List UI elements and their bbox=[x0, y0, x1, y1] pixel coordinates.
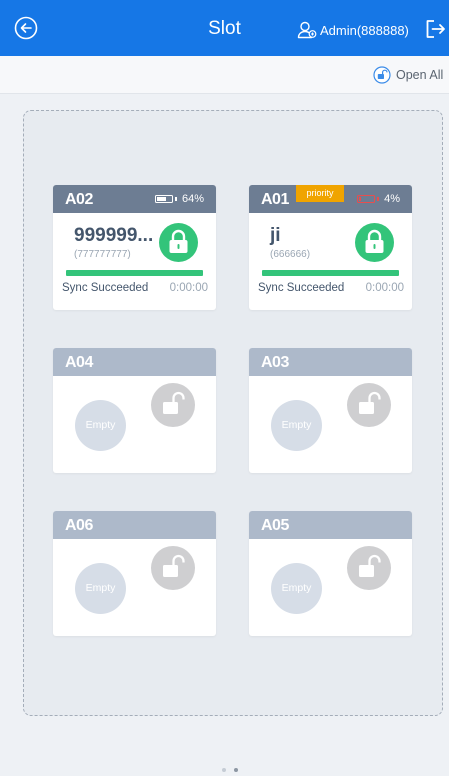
unlock-icon bbox=[163, 391, 185, 414]
toolbar: Open All bbox=[0, 56, 449, 94]
slot-id: A04 bbox=[65, 354, 93, 371]
member-name: 999999... bbox=[74, 225, 154, 246]
slot-card-a05[interactable]: A05 Empty bbox=[249, 511, 412, 636]
slot-card-a04[interactable]: A04 Empty bbox=[53, 348, 216, 473]
app-header: Slot Admin(888888) bbox=[0, 0, 449, 56]
slot-header: A02 64% bbox=[53, 185, 216, 213]
battery-indicator: 4% bbox=[357, 193, 400, 205]
sync-progress-bar bbox=[66, 270, 203, 276]
slot-header: A03 bbox=[249, 348, 412, 376]
unlock-icon bbox=[359, 554, 381, 577]
slot-id: A01 bbox=[261, 191, 289, 208]
member-code: (777777777) bbox=[74, 249, 131, 260]
slot-header: A06 bbox=[53, 511, 216, 539]
unlock-button[interactable] bbox=[151, 546, 195, 590]
lock-icon bbox=[365, 229, 384, 253]
lock-button[interactable] bbox=[355, 223, 394, 262]
unlock-button[interactable] bbox=[347, 546, 391, 590]
slot-header: A05 bbox=[249, 511, 412, 539]
battery-indicator: 64% bbox=[154, 193, 204, 205]
unlock-circle-icon bbox=[373, 66, 391, 84]
sync-time: 0:00:00 bbox=[169, 282, 208, 294]
slot-grid: A02 64% 999999... (777777777) Sync Succe… bbox=[23, 110, 443, 716]
open-all-label: Open All bbox=[396, 68, 444, 82]
slot-card-a06[interactable]: A06 Empty bbox=[53, 511, 216, 636]
battery-percent: 4% bbox=[384, 193, 400, 205]
open-all-button[interactable]: Open All bbox=[373, 65, 443, 85]
slot-card-a01[interactable]: A01 priority 4% ji (666666) Sync Succeed… bbox=[249, 185, 412, 310]
lock-button[interactable] bbox=[159, 223, 198, 262]
unlock-button[interactable] bbox=[347, 383, 391, 427]
member-name: ji bbox=[270, 225, 281, 246]
member-code: (666666) bbox=[270, 249, 311, 260]
current-user[interactable]: Admin(888888) bbox=[297, 21, 409, 39]
page-indicator bbox=[222, 768, 238, 772]
battery-icon bbox=[357, 195, 376, 203]
back-button[interactable] bbox=[14, 16, 38, 40]
priority-badge: priority bbox=[296, 185, 344, 202]
slot-id: A03 bbox=[261, 354, 289, 371]
empty-indicator: Empty bbox=[271, 400, 322, 451]
user-icon bbox=[297, 21, 317, 39]
unlock-button[interactable] bbox=[151, 383, 195, 427]
lock-icon bbox=[169, 229, 188, 253]
slot-header: A04 bbox=[53, 348, 216, 376]
page-dot[interactable] bbox=[222, 768, 226, 772]
slot-header: A01 priority 4% bbox=[249, 185, 412, 213]
slot-card-a03[interactable]: A03 Empty bbox=[249, 348, 412, 473]
arrow-left-circle-icon bbox=[14, 16, 38, 40]
sync-time: 0:00:00 bbox=[365, 282, 404, 294]
battery-percent: 64% bbox=[181, 193, 204, 205]
sync-progress-bar bbox=[262, 270, 399, 276]
slot-card-a02[interactable]: A02 64% 999999... (777777777) Sync Succe… bbox=[53, 185, 216, 310]
logout-icon bbox=[426, 20, 445, 38]
page-dot[interactable] bbox=[234, 768, 238, 772]
slot-id: A05 bbox=[261, 517, 289, 534]
logout-button[interactable] bbox=[423, 18, 447, 40]
empty-indicator: Empty bbox=[75, 400, 126, 451]
battery-icon bbox=[154, 195, 173, 203]
slot-id: A06 bbox=[65, 517, 93, 534]
sync-status: Sync Succeeded bbox=[258, 282, 345, 294]
user-name: Admin(888888) bbox=[320, 22, 409, 38]
empty-indicator: Empty bbox=[271, 563, 322, 614]
empty-indicator: Empty bbox=[75, 563, 126, 614]
unlock-icon bbox=[359, 391, 381, 414]
sync-status: Sync Succeeded bbox=[62, 282, 149, 294]
unlock-icon bbox=[163, 554, 185, 577]
slot-id: A02 bbox=[65, 191, 93, 208]
